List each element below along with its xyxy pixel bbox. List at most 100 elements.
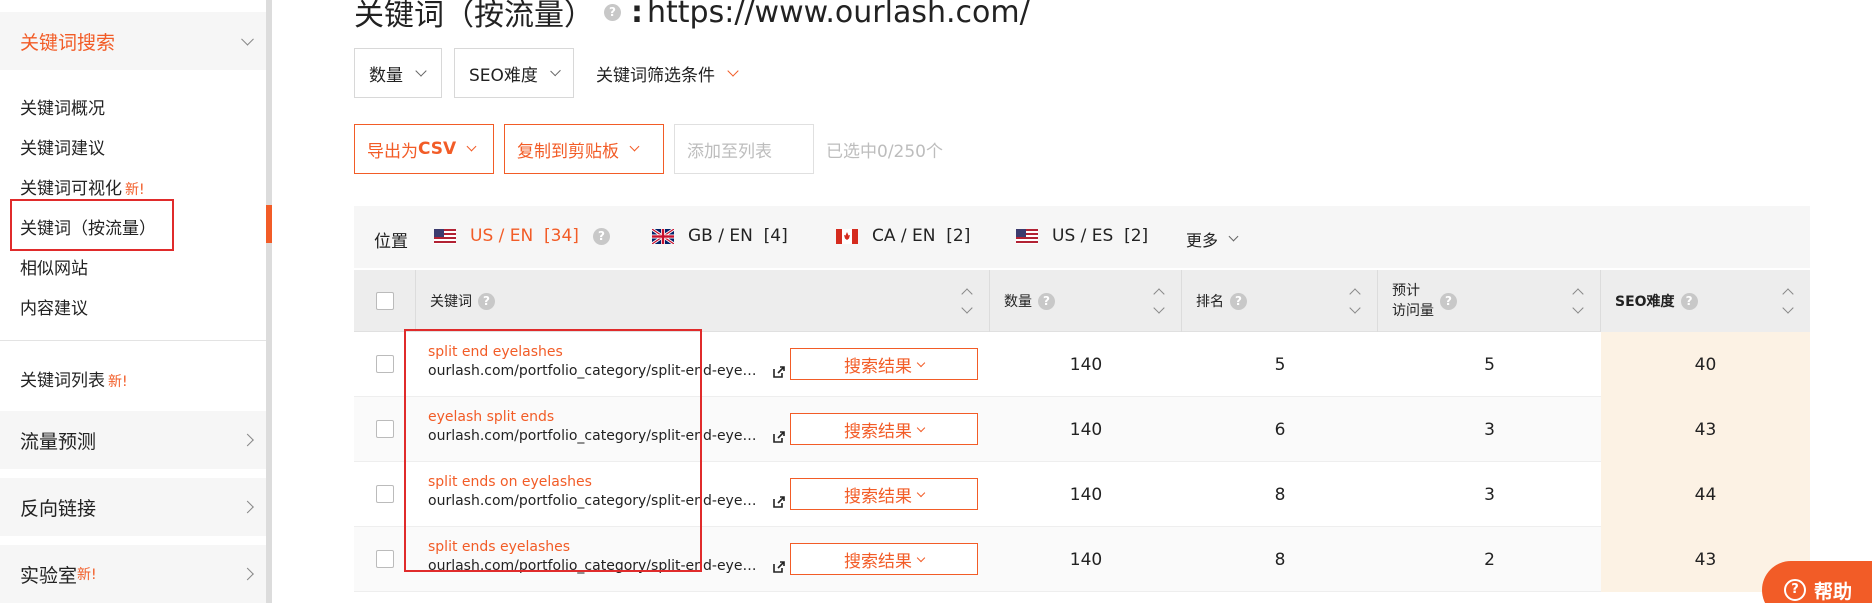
more-label: 更多 xyxy=(1186,231,1219,250)
help-icon[interactable]: ? xyxy=(1440,292,1457,310)
help-icon[interactable]: ? xyxy=(592,227,610,245)
volume-value: 140 xyxy=(1069,354,1103,375)
volume-filter-dropdown[interactable]: 数量 xyxy=(354,48,442,98)
volume-value: 140 xyxy=(1069,484,1103,505)
sidebar-scrollbar[interactable] xyxy=(266,0,272,603)
chevron-down-icon xyxy=(916,423,926,432)
question-icon: ? xyxy=(1784,579,1806,601)
help-button[interactable]: ? 帮助 xyxy=(1762,561,1872,603)
sidebar-item-keyword-visualization[interactable]: 关键词可视化 新! xyxy=(20,174,145,199)
chevron-down-icon xyxy=(727,64,739,77)
add-to-list-label: 添加至列表 xyxy=(687,141,772,162)
sidebar-section-label: 反向链接 xyxy=(20,497,97,520)
sidebar-section-keyword-search[interactable]: 关键词搜索 xyxy=(0,12,266,70)
copy-label: 复制到剪贴板 xyxy=(517,141,619,162)
sidebar-item-keyword-list[interactable]: 关键词列表 新! xyxy=(20,366,128,391)
chevron-down-icon xyxy=(629,141,640,152)
new-badge: 新! xyxy=(108,374,128,390)
sidebar-item-keyword-overview[interactable]: 关键词概况 xyxy=(20,94,105,119)
help-label: 帮助 xyxy=(1814,580,1853,603)
location-tab-label: CA / EN [2] xyxy=(872,226,971,246)
rank-value: 8 xyxy=(1274,549,1286,570)
chevron-right-icon xyxy=(241,567,254,581)
row-checkbox[interactable] xyxy=(376,355,394,373)
sort-icon[interactable] xyxy=(1782,286,1794,316)
header-label: 访问量 xyxy=(1392,303,1434,319)
sidebar-section-traffic-forecast[interactable]: 流量预测 xyxy=(0,411,266,469)
sidebar-section-labs[interactable]: 实验室 新! xyxy=(0,545,266,603)
serp-label: 搜索结果 xyxy=(844,421,912,442)
annotation-highlight-keywords xyxy=(404,329,702,572)
seo-difficulty-filter-dropdown[interactable]: SEO难度 xyxy=(454,48,574,98)
us-flag-icon xyxy=(434,228,456,244)
chevron-down-icon xyxy=(1228,231,1239,242)
sidebar-item-similar-sites[interactable]: 相似网站 xyxy=(20,254,88,279)
seo-value: 43 xyxy=(1601,397,1810,462)
seo-value: 40 xyxy=(1601,332,1810,397)
help-icon[interactable]: ? xyxy=(604,3,621,21)
header-label: 预计 xyxy=(1392,283,1420,299)
location-tab-us-en[interactable]: US / EN [34] ? xyxy=(434,226,610,246)
sort-icon[interactable] xyxy=(1153,286,1165,316)
sort-icon[interactable] xyxy=(1572,286,1584,316)
location-tab-gb-en[interactable]: GB / EN [4] xyxy=(652,226,788,246)
serp-label: 搜索结果 xyxy=(844,551,912,572)
sidebar-item-keyword-suggestions[interactable]: 关键词建议 xyxy=(20,134,105,159)
selected-count: 已选中0/250个 xyxy=(826,142,943,162)
chevron-down-icon xyxy=(916,553,926,562)
add-to-list-button[interactable]: 添加至列表 xyxy=(674,124,814,174)
title-colon: : xyxy=(631,0,643,30)
sidebar-section-label: 关键词搜索 xyxy=(20,31,116,54)
help-icon[interactable]: ? xyxy=(1230,292,1247,310)
external-link-icon[interactable] xyxy=(772,495,786,509)
chevron-down-icon xyxy=(916,358,926,367)
sidebar: 关键词搜索 关键词概况 关键词建议 关键词可视化 新! 关键词（按流量） 相似网站… xyxy=(0,0,266,603)
sidebar-item-label: 关键词建议 xyxy=(20,139,105,159)
header-label: 数量 xyxy=(1004,294,1032,310)
chevron-down-icon xyxy=(466,141,477,152)
serp-results-button[interactable]: 搜索结果 xyxy=(790,348,978,380)
external-link-icon[interactable] xyxy=(772,430,786,444)
external-link-icon[interactable] xyxy=(772,560,786,574)
location-tab-us-es[interactable]: US / ES [2] xyxy=(1016,226,1148,246)
row-checkbox[interactable] xyxy=(376,420,394,438)
gb-flag-icon xyxy=(652,228,674,244)
header-estimated-visits[interactable]: 预计 访问量 ? xyxy=(1378,270,1601,332)
header-seo-difficulty[interactable]: SEO难度 ? xyxy=(1601,270,1810,332)
new-badge: 新! xyxy=(77,567,97,583)
ca-flag-icon xyxy=(836,228,858,244)
visits-value: 2 xyxy=(1484,549,1495,570)
external-link-icon[interactable] xyxy=(772,365,786,379)
sidebar-item-label: 相似网站 xyxy=(20,259,88,279)
export-label-bold: CSV xyxy=(418,139,457,159)
help-icon[interactable]: ? xyxy=(1038,292,1055,310)
sort-icon[interactable] xyxy=(961,286,973,316)
scrollbar-thumb[interactable] xyxy=(266,205,272,243)
header-volume[interactable]: 数量 ? xyxy=(990,270,1182,332)
location-tab-ca-en[interactable]: CA / EN [2] xyxy=(836,226,970,246)
more-locations-dropdown[interactable]: 更多 xyxy=(1186,227,1239,251)
row-checkbox[interactable] xyxy=(376,550,394,568)
chevron-right-icon xyxy=(241,500,254,514)
sidebar-section-backlinks[interactable]: 反向链接 xyxy=(0,478,266,536)
sidebar-item-label: 关键词概况 xyxy=(20,99,105,119)
help-icon[interactable]: ? xyxy=(478,292,495,310)
sort-icon[interactable] xyxy=(1349,286,1361,316)
serp-label: 搜索结果 xyxy=(844,486,912,507)
copy-to-clipboard-button[interactable]: 复制到剪贴板 xyxy=(504,124,664,174)
header-keyword[interactable]: 关键词 ? xyxy=(416,270,990,332)
serp-results-button[interactable]: 搜索结果 xyxy=(790,413,978,445)
rank-value: 5 xyxy=(1274,354,1286,375)
header-label: 排名 xyxy=(1196,294,1224,310)
serp-results-button[interactable]: 搜索结果 xyxy=(790,543,978,575)
export-csv-button[interactable]: 导出为 CSV xyxy=(354,124,494,174)
keyword-filters-dropdown[interactable]: 关键词筛选条件 xyxy=(596,48,739,98)
sidebar-item-content-ideas[interactable]: 内容建议 xyxy=(20,294,88,319)
keyword-filters-label: 关键词筛选条件 xyxy=(596,65,715,86)
help-icon[interactable]: ? xyxy=(1680,292,1698,310)
select-all-checkbox[interactable] xyxy=(376,292,394,310)
row-checkbox[interactable] xyxy=(376,485,394,503)
seo-filter-label: SEO难度 xyxy=(469,65,538,86)
header-rank[interactable]: 排名 ? xyxy=(1182,270,1378,332)
serp-results-button[interactable]: 搜索结果 xyxy=(790,478,978,510)
